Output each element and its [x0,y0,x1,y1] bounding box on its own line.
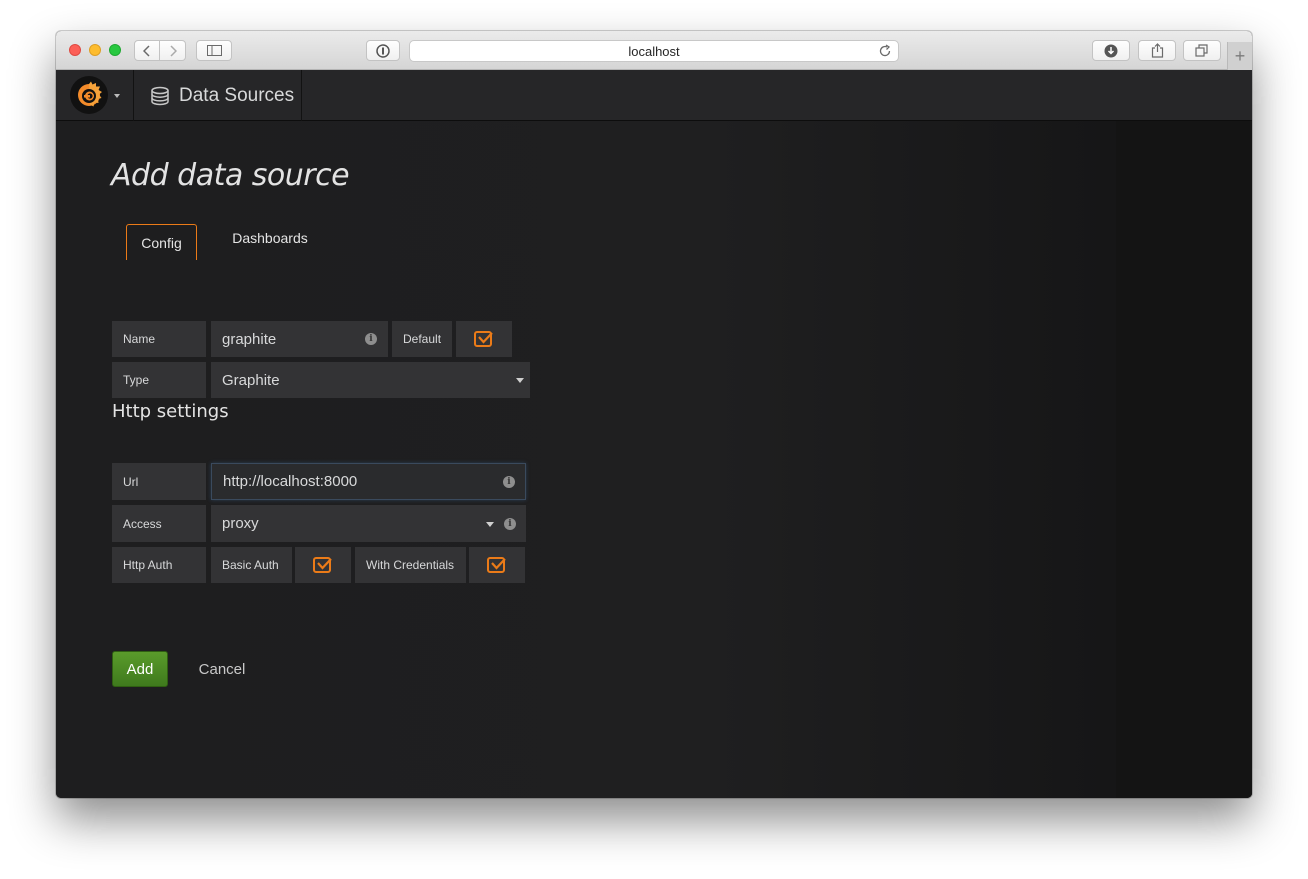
type-select[interactable]: Graphite [211,362,530,398]
download-icon [1104,44,1118,57]
forward-button[interactable] [160,40,186,61]
name-label: Name [112,321,206,357]
access-label: Access [112,505,206,542]
new-tab-button[interactable]: + [1227,42,1252,70]
name-value: graphite [222,330,277,348]
chevron-left-icon [143,44,150,57]
checkbox-icon [313,557,332,573]
info-circle-icon [376,43,390,58]
tabs-icon [1195,44,1208,57]
info-icon[interactable]: i [504,517,516,530]
caret-down-icon [516,378,524,383]
sidebar-toggle-button[interactable] [196,40,232,61]
add-button[interactable]: Add [112,651,168,687]
address-text: localhost [628,43,680,59]
cancel-button[interactable]: Cancel [190,651,254,687]
info-icon[interactable]: i [503,475,515,488]
plus-icon: + [1234,45,1246,66]
sidebar-icon [206,45,222,56]
url-input[interactable]: http://localhost:8000 i [211,463,526,500]
page-title: Add data source [111,158,350,193]
history-nav [134,40,186,61]
access-value: proxy [222,515,259,532]
grafana-app: Data Sources Add data source Config Dash… [56,70,1252,798]
tab-overview-button[interactable] [1183,40,1221,61]
url-label: Url [112,463,206,500]
database-icon [151,86,169,105]
caret-down-icon [486,521,494,527]
zoom-window-button[interactable] [109,44,121,56]
browser-window: localhost + Data Sources Add data source… [56,31,1252,798]
reload-icon[interactable] [878,44,892,61]
tab-config[interactable]: Config [126,224,197,260]
back-button[interactable] [134,40,160,61]
tab-dashboards[interactable]: Dashboards [222,220,318,256]
info-icon[interactable]: i [365,333,377,345]
default-label: Default [392,321,452,357]
http-settings-heading: Http settings [112,401,229,422]
checkbox-icon [487,557,506,573]
with-credentials-label: With Credentials [355,547,466,583]
share-icon [1151,43,1163,58]
basic-auth-label: Basic Auth [211,547,292,583]
browser-toolbar: localhost + [56,31,1252,70]
http-auth-label: Http Auth [112,547,206,583]
minimize-window-button[interactable] [89,44,101,56]
type-label: Type [112,362,206,398]
caret-down-icon [114,94,120,98]
name-input[interactable]: graphite i [211,321,388,357]
section-breadcrumb[interactable]: Data Sources [134,70,302,121]
close-window-button[interactable] [69,44,81,56]
access-select[interactable]: proxy i [211,505,526,542]
grafana-logo-icon[interactable] [70,76,108,114]
with-credentials-checkbox[interactable] [469,547,525,583]
default-checkbox[interactable] [456,321,512,357]
address-bar[interactable]: localhost [409,40,899,62]
top-navbar: Data Sources [56,70,1252,121]
section-title: Data Sources [179,84,295,106]
checkbox-icon [474,331,493,347]
url-value: http://localhost:8000 [223,473,358,490]
downloads-button[interactable] [1092,40,1130,61]
basic-auth-checkbox[interactable] [295,547,351,583]
privacy-report-button[interactable] [366,40,400,61]
share-button[interactable] [1138,40,1176,61]
chevron-right-icon [169,44,177,57]
logo-menu[interactable] [56,70,134,121]
type-value: Graphite [222,371,280,389]
right-panel-background [1116,121,1252,798]
